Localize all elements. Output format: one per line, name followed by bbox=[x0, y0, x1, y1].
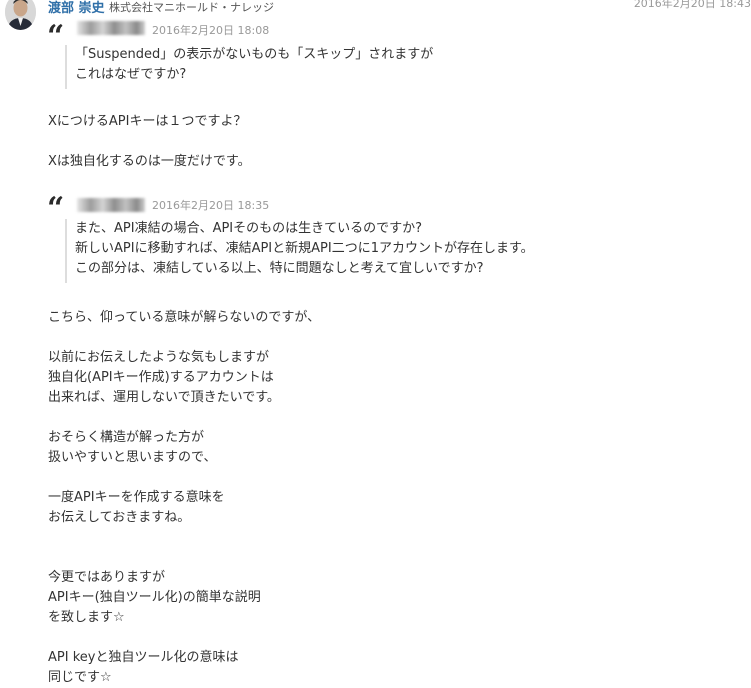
reply-line: 扱いやすいと思いますので、 bbox=[48, 450, 217, 465]
reply-line bbox=[48, 328, 320, 348]
quote-body: 「Suspended」の表示がないものも「スキップ」されますが これはなぜですか… bbox=[65, 45, 433, 89]
reply-line bbox=[48, 548, 320, 568]
reply-line: 一度APIキーを作成する意味を bbox=[48, 490, 225, 505]
reply-line: 独自化(APIキー作成)するアカウントは bbox=[48, 370, 274, 385]
quote-body: また、API凍結の場合、APIそのものは生きているのですか? 新しいAPIに移動… bbox=[65, 219, 534, 283]
reply-line: こちら、仰っている意味が解らないのですが、 bbox=[48, 310, 321, 325]
avatar[interactable] bbox=[5, 0, 36, 30]
author-company: 株式会社マニホールド・ナレッジ bbox=[109, 1, 274, 14]
reply-line: おそらく構造が解った方が bbox=[48, 430, 205, 445]
reply-line: 同じです☆ bbox=[48, 670, 112, 685]
reply-line: 以前にお伝えしたような気もしますが bbox=[48, 350, 270, 365]
reply-line bbox=[48, 468, 320, 488]
quote-date: 2016年2月20日 18:08 bbox=[152, 24, 270, 37]
quote-line: これはなぜですか? bbox=[75, 67, 187, 82]
quote-mark-icon: “ bbox=[47, 191, 65, 226]
reply-line: API keyと独自ツール化の意味は bbox=[48, 650, 239, 665]
quote-line: また、API凍結の場合、APIそのものは生きているのですか? bbox=[75, 221, 423, 236]
quote-date: 2016年2月20日 18:35 bbox=[152, 199, 270, 212]
quote-line: 「Suspended」の表示がないものも「スキップ」されますが bbox=[75, 47, 434, 62]
reply-line bbox=[48, 528, 320, 548]
author-name[interactable]: 渡部 崇史 bbox=[48, 0, 105, 16]
reply-line: XにつけるAPIキーは１つですよ？ bbox=[48, 114, 247, 129]
reply-line bbox=[48, 408, 320, 428]
quote-line: 新しいAPIに移動すれば、凍結APIと新規API二つに1アカウントが存在します。 bbox=[75, 241, 534, 256]
reply-line: 出来れば、運用しないで頂きたいです。 bbox=[48, 390, 280, 405]
reply-text-block: こちら、仰っている意味が解らないのですが、 以前にお伝えしたような気もしますが … bbox=[48, 308, 320, 688]
reply-line: を致します☆ bbox=[48, 610, 125, 625]
reply-line bbox=[48, 628, 320, 648]
reply-line: Xは独自化するのは一度だけです。 bbox=[48, 154, 251, 169]
reply-line bbox=[48, 132, 251, 152]
reply-line: お伝えしておきますね。 bbox=[48, 510, 191, 525]
redacted-username bbox=[77, 198, 145, 212]
forum-post: 渡部 崇史 株式会社マニホールド・ナレッジ 2016年2月20日 18:43 “… bbox=[0, 0, 751, 685]
redacted-username bbox=[77, 21, 145, 35]
quote-mark-icon: “ bbox=[47, 19, 65, 54]
post-date: 2016年2月20日 18:43 bbox=[633, 0, 751, 10]
reply-line: APIキー(独自ツール化)の簡単な説明 bbox=[48, 590, 261, 605]
reply-text-block: XにつけるAPIキーは１つですよ？ Xは独自化するのは一度だけです。 bbox=[48, 112, 251, 172]
reply-line: 今更ではありますが bbox=[48, 570, 166, 585]
quote-line: この部分は、凍結している以上、特に問題なしと考えて宜しいですか? bbox=[75, 261, 484, 276]
user-photo-icon bbox=[5, 0, 36, 30]
